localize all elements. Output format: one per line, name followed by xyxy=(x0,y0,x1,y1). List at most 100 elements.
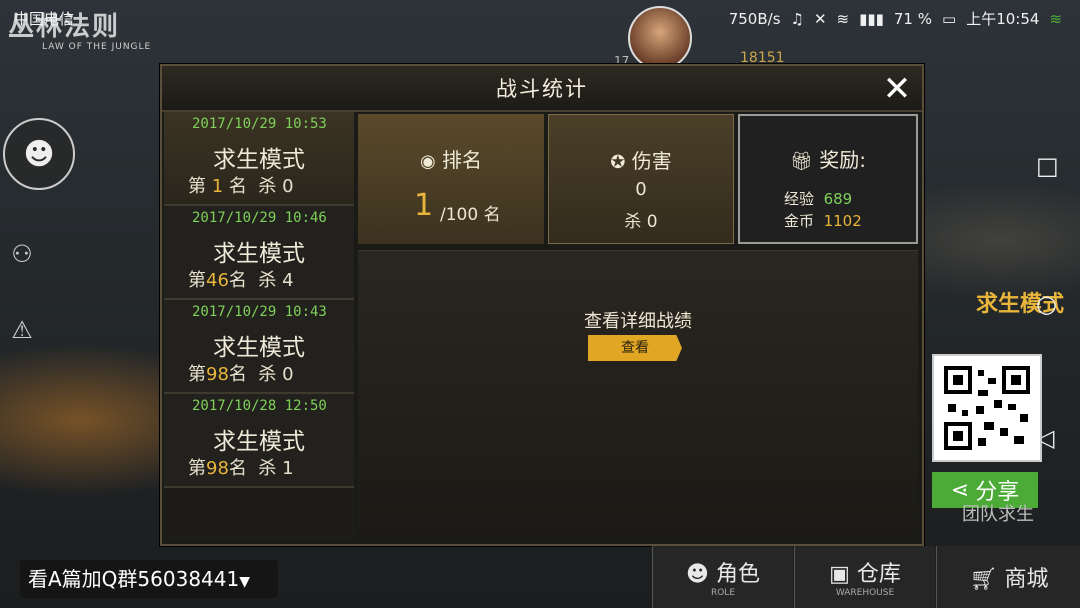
damage-title-label: 伤害 xyxy=(631,149,672,173)
rank-value: 1 xyxy=(414,188,434,223)
rank-total: /100 名 xyxy=(440,205,501,225)
rank-number: 46 xyxy=(206,270,229,291)
exp-value: 689 xyxy=(823,190,853,208)
rank-prefix: 第 xyxy=(188,270,206,291)
nav-shop-label: 🛒︎ 商城 xyxy=(970,561,1049,593)
qq-group-tip[interactable]: 看A篇加Q群56038441▼ xyxy=(20,560,278,598)
history-datetime: 2017/10/29 10:46 xyxy=(192,210,327,226)
history-result: 第46名 杀 4 xyxy=(188,266,294,292)
history-result: 第 1 名 杀 0 xyxy=(188,172,294,198)
history-mode: 求生模式 xyxy=(213,241,305,267)
clock: 上午10:54 xyxy=(966,10,1040,28)
alert-icon[interactable]: ⚠ xyxy=(4,312,40,348)
history-list: 2017/10/29 10:53 求生模式 第 1 名 杀 0 2017/10/… xyxy=(164,112,354,540)
box-icon: ▣ xyxy=(829,562,850,587)
dialog-title: 战斗统计 xyxy=(496,77,588,101)
rank-prefix: 第 xyxy=(188,458,206,479)
cart-icon: 🛒︎ xyxy=(969,567,998,592)
kills-number: 0 xyxy=(282,364,294,385)
rank-suffix: 名 xyxy=(228,270,247,291)
nav-shop-button[interactable]: 🛒︎ 商城 xyxy=(936,546,1080,608)
exp-label: 经验 xyxy=(784,190,815,208)
gold-row: 金币 1102 xyxy=(784,210,862,231)
history-item[interactable]: 2017/10/29 10:43 求生模式 第98名 杀 0 xyxy=(164,300,354,394)
qr-code xyxy=(932,354,1042,462)
detail-text: 查看详细战绩 xyxy=(584,311,692,332)
rank-number: 1 xyxy=(211,176,224,197)
status-bar: 750B/s ♫ ✕ ≋ ▮▮▮ 71 % ▭ 上午10:54 ≋ xyxy=(729,8,1062,29)
history-result: 第98名 杀 1 xyxy=(188,454,294,480)
rank-card-title: ◉ 排名 xyxy=(358,144,544,173)
battery-icon: ▭ xyxy=(942,9,957,28)
circle-nav-icon[interactable]: ○ xyxy=(1036,290,1057,318)
dropdown-arrow-icon: ▼ xyxy=(239,574,251,590)
chat-bubble-button[interactable]: ☻ xyxy=(3,118,75,190)
kills-label: 杀 xyxy=(258,364,277,385)
reward-title-label: 奖励: xyxy=(819,148,866,172)
headphone-icon: ♫ xyxy=(790,9,804,28)
gold-value: 1102 xyxy=(823,212,862,230)
network-speed: 750B/s xyxy=(728,9,781,28)
rank-number: 98 xyxy=(206,458,229,479)
detail-panel: 查看详细战绩 查看 xyxy=(358,250,918,541)
damage-kills-label: 杀 xyxy=(624,212,642,232)
rank-title-label: 排名 xyxy=(442,148,483,172)
reward-card: 🎁︎ 奖励: 经验 689 金币 1102 xyxy=(738,114,918,244)
kills-label: 杀 xyxy=(258,270,277,291)
exp-row: 经验 689 xyxy=(784,188,852,209)
history-item[interactable]: 2017/10/29 10:46 求生模式 第46名 杀 4 xyxy=(164,206,354,300)
wifi-indicator-icon: ≋ xyxy=(1049,9,1062,28)
nav-warehouse-text: 仓库 xyxy=(856,562,901,587)
rank-prefix: 第 xyxy=(188,364,206,385)
history-mode: 求生模式 xyxy=(213,147,305,173)
kills-label: 杀 xyxy=(258,176,277,197)
mute-icon: ✕ xyxy=(813,9,827,28)
wifi-icon: ≋ xyxy=(836,9,850,28)
nav-role-text: 角色 xyxy=(715,562,760,587)
qq-tip-text: 看A篇加Q群56038441 xyxy=(28,567,240,591)
kills-number: 4 xyxy=(282,270,294,291)
nav-warehouse-sub: WAREHOUSE xyxy=(835,588,895,598)
history-datetime: 2017/10/29 10:43 xyxy=(192,304,327,320)
medal-icon: ✪ xyxy=(610,152,626,173)
player-avatar[interactable] xyxy=(628,6,692,70)
gold-label: 金币 xyxy=(784,212,815,230)
view-details-button[interactable]: 查看 xyxy=(588,335,682,361)
kills-number: 1 xyxy=(282,458,294,479)
carrier-label: 中国电信 xyxy=(14,10,75,28)
rank-card: ◉ 排名 1 /100 名 xyxy=(358,114,544,244)
history-item[interactable]: 2017/10/29 10:53 求生模式 第 1 名 杀 0 xyxy=(164,112,354,206)
battle-stats-dialog: 战斗统计 ✕ 2017/10/29 10:53 求生模式 第 1 名 杀 0 2… xyxy=(160,64,924,546)
reward-card-title: 🎁︎ 奖励: xyxy=(740,144,916,173)
person-icon: ☻ xyxy=(686,562,709,587)
battery-level: 71 % xyxy=(893,9,932,28)
dialog-header: 战斗统计 xyxy=(162,66,922,112)
history-result: 第98名 杀 0 xyxy=(188,360,294,386)
nav-shop-text: 商城 xyxy=(1004,567,1049,592)
close-icon[interactable]: ✕ xyxy=(878,70,916,108)
nav-role-label: ☻ 角色 xyxy=(686,556,760,588)
game-logo-subtitle: LAW OF THE JUNGLE xyxy=(42,42,152,52)
kills-label: 杀 xyxy=(258,458,277,479)
kills-number: 0 xyxy=(282,176,294,197)
friends-icon[interactable]: ⚇ xyxy=(4,236,40,272)
rank-suffix: 名 xyxy=(228,176,247,197)
history-mode: 求生模式 xyxy=(213,429,305,455)
nav-role-sub: ROLE xyxy=(710,588,736,598)
damage-kills-value: 0 xyxy=(646,212,658,232)
qr-code-icon xyxy=(944,366,1030,450)
team-label: 团队求生 xyxy=(962,504,1034,525)
rank-suffix: 名 xyxy=(228,364,247,385)
nav-warehouse-label: ▣ 仓库 xyxy=(829,556,901,588)
history-datetime: 2017/10/28 12:50 xyxy=(192,398,327,414)
damage-kills: 杀 0 xyxy=(549,207,733,232)
chat-icon: ☻ xyxy=(23,136,55,172)
damage-card: ✪ 伤害 0 杀 0 xyxy=(548,114,734,244)
history-item[interactable]: 2017/10/28 12:50 求生模式 第98名 杀 1 xyxy=(164,394,354,488)
rank-suffix: 名 xyxy=(228,458,247,479)
square-nav-icon[interactable]: □ xyxy=(1036,152,1059,180)
nav-warehouse-button[interactable]: ▣ 仓库 WAREHOUSE xyxy=(794,546,935,608)
nav-role-button[interactable]: ☻ 角色 ROLE xyxy=(652,546,793,608)
damage-value: 0 xyxy=(635,179,647,200)
gift-icon: 🎁︎ xyxy=(790,151,813,172)
